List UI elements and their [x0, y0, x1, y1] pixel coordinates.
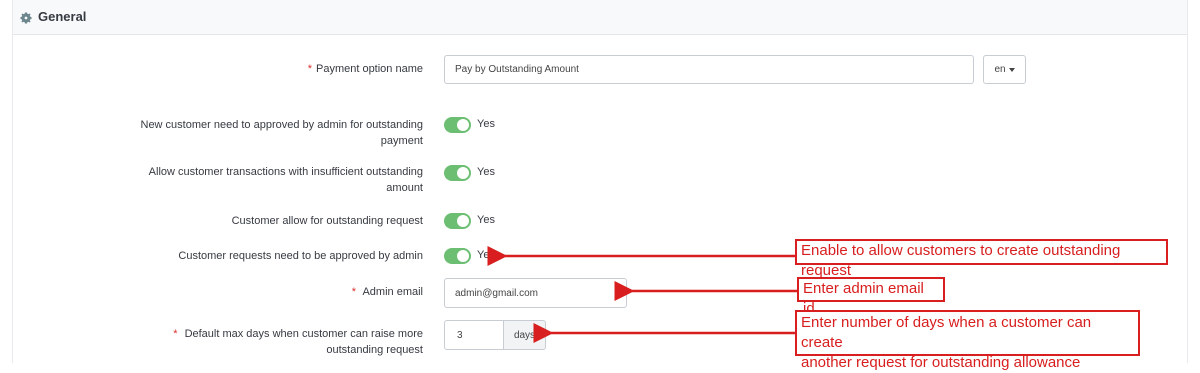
annotation-toggle-note: Enable to allow customers to create outs…	[795, 239, 1168, 279]
annotation-email-note: Enter admin email id	[797, 277, 945, 317]
annotation-text: Enter number of days when a customer can…	[801, 314, 1092, 351]
annotation-arrows	[487, 246, 797, 343]
annotation-text: another request for outstanding allowanc…	[801, 354, 1081, 371]
annotation-days-note: Enter number of days when a customer can…	[795, 310, 1140, 371]
